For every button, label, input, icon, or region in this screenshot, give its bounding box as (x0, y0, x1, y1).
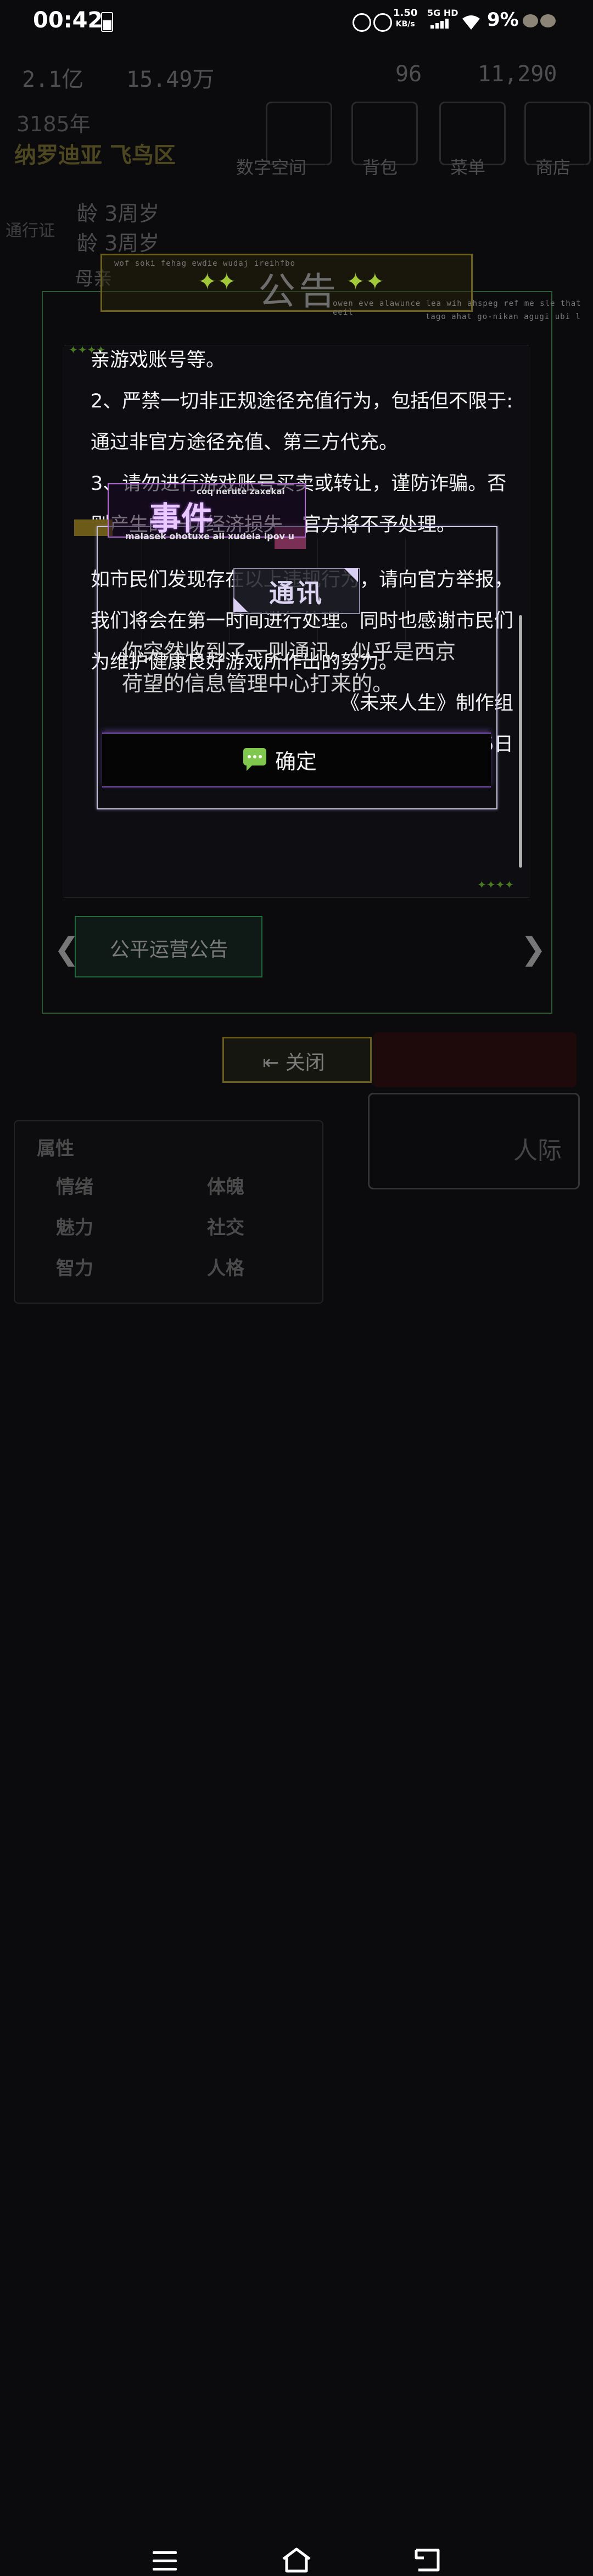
home-icon[interactable] (281, 2547, 312, 2573)
star-icon: ✦✦ (346, 268, 385, 295)
tab-fair-operation-label: 公平运营公告 (110, 938, 229, 961)
tile-label-digital: 数字空间 (236, 157, 307, 178)
stat-mood: 情绪 (56, 1176, 93, 1198)
resource-d: 11,290 (478, 62, 557, 87)
event-message: 你突然收到了一则通讯，似乎是西京荷望的信息管理中心打来的。 (122, 640, 456, 696)
corner-decoration (344, 568, 358, 582)
announcement-line: 亲游戏账号等。 (91, 349, 226, 371)
red-action-button[interactable] (373, 1032, 577, 1087)
alarm-icon (353, 13, 371, 32)
stat-physique: 体魄 (207, 1176, 244, 1198)
event-type-label: 通讯 (269, 578, 324, 608)
corner-decoration (233, 597, 248, 612)
resource-c: 96 (395, 62, 422, 87)
net-speed: 1.50 KB/s (393, 7, 418, 29)
app-notification-icon (540, 14, 556, 27)
stat-social: 社交 (207, 1217, 244, 1239)
resource-b: 15.49万 (126, 67, 215, 92)
resource-a: 2.1亿 (22, 67, 84, 92)
age-line-2: 龄 3周岁 (77, 231, 160, 255)
recent-apps-icon[interactable] (153, 2551, 177, 2576)
star-icon: ✦✦ (198, 268, 237, 295)
exit-icon: ⇤ (262, 1052, 279, 1074)
battery-small-icon (101, 12, 113, 32)
wifi-icon (462, 15, 480, 30)
stats-title: 属性 (37, 1138, 74, 1160)
announcement-title: 公告 (258, 270, 340, 314)
status-bar: 00:42 1.50 KB/s 5G HD 9% (0, 0, 593, 44)
game-year: 3185年 (16, 112, 91, 136)
signal-icon (435, 23, 439, 29)
mute-icon (373, 13, 392, 32)
announcement-line: 2、严禁一切非正规途径充值行为，包括但不限于: 通过非官方途径充值、第三方代充。 (91, 390, 513, 454)
signal-icon (440, 21, 444, 29)
status-time: 00:42 (33, 8, 103, 33)
chat-bubble-icon (243, 748, 266, 771)
event-subtitle: malasek ohotuxe ali xudela ipov u (125, 531, 295, 541)
signal-icon (445, 19, 449, 29)
resource-bar: 2.1亿 15.49万 96 11,290 (16, 62, 577, 92)
stat-charm: 魅力 (56, 1217, 93, 1239)
deco-text-3: tago ahat go-nikan agugi ubi l (426, 312, 581, 321)
network-type: 5G HD (427, 8, 458, 18)
social-label: 人际 (513, 1137, 562, 1165)
social-button[interactable]: 人际 (368, 1093, 580, 1189)
next-arrow-icon[interactable]: ❯ (521, 931, 546, 967)
tile-label-shop: 商店 (535, 157, 571, 178)
pass-button[interactable]: 通行证 (5, 217, 55, 241)
signal-icon (430, 25, 434, 29)
app-notification-icon (523, 14, 538, 27)
battery-percent: 9% (487, 9, 519, 31)
confirm-label: 确定 (275, 750, 317, 774)
age-line-1: 龄 3周岁 (77, 202, 160, 226)
back-icon[interactable] (413, 2547, 444, 2573)
game-location: 纳罗迪亚 飞鸟区 (14, 143, 176, 168)
star-icon: ✦✦✦✦ (477, 878, 514, 891)
navigation-bar (0, 1256, 593, 2573)
close-label: ⇤ 关闭 (262, 1052, 325, 1074)
tile-label-menu: 菜单 (450, 157, 486, 178)
announcement-scrollbar[interactable] (519, 615, 522, 868)
tile-label-backpack: 背包 (362, 157, 398, 178)
